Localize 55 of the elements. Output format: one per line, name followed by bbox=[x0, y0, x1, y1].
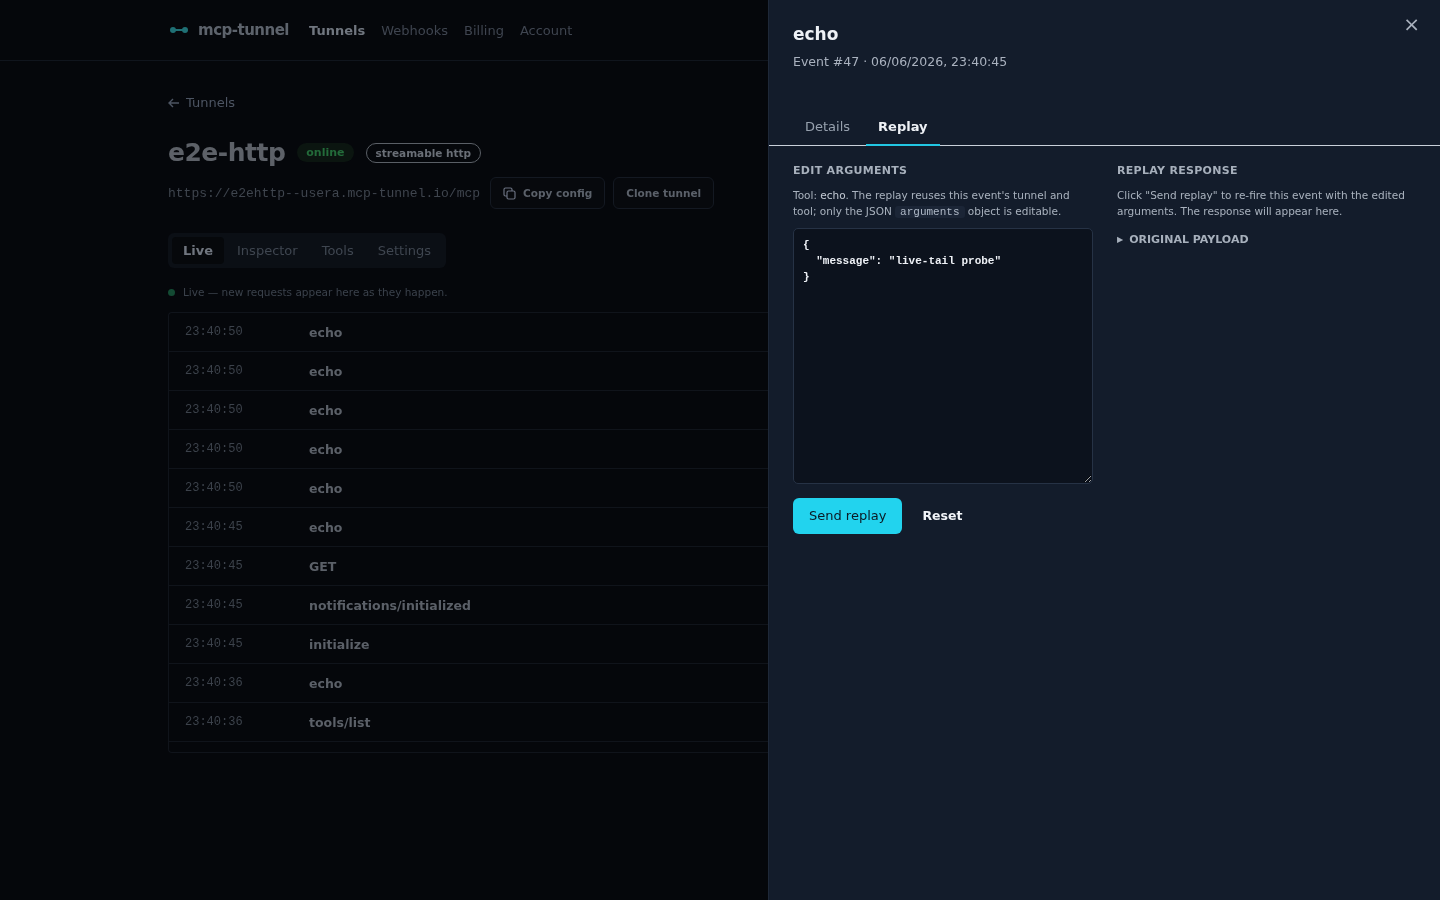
page-tab[interactable]: Tools bbox=[310, 237, 365, 264]
logo-icon bbox=[170, 26, 188, 34]
section-heading: EDIT ARGUMENTS bbox=[793, 163, 909, 177]
event-time: 23:40:45 bbox=[185, 520, 244, 534]
nav-link[interactable]: Billing bbox=[464, 22, 504, 38]
brand-name[interactable]: mcp-tunnel bbox=[198, 21, 289, 39]
event-method[interactable]: echo bbox=[309, 519, 343, 535]
send-replay-button[interactable]: Send replay bbox=[793, 497, 903, 534]
drawer-tab[interactable]: Replay bbox=[866, 111, 940, 146]
replay-description: Tool: echo. The replay reuses this event's tunnel and tool; only the JSON arguments object is editable. bbox=[793, 187, 1071, 220]
arrow-left-icon bbox=[168, 97, 180, 108]
clone-tunnel-button[interactable]: Clone tunnel bbox=[613, 177, 715, 209]
event-time: 23:40:36 bbox=[185, 676, 244, 690]
event-time: 23:40:50 bbox=[185, 364, 244, 378]
copy-config-button[interactable]: Copy config bbox=[490, 177, 606, 209]
event-method[interactable]: tools/list bbox=[309, 714, 371, 730]
back-link[interactable]: Tunnels bbox=[168, 95, 768, 110]
event-subtitle: Event #47 · 06/06/2026, 23:40:45 bbox=[793, 54, 1009, 69]
event-method[interactable]: echo bbox=[309, 480, 343, 496]
event-time: 23:40:45 bbox=[185, 598, 244, 612]
event-method[interactable]: GET bbox=[309, 558, 337, 574]
live-indicator-icon bbox=[168, 288, 175, 296]
status-badge: online bbox=[297, 143, 354, 162]
event-method[interactable]: echo bbox=[309, 441, 343, 457]
event-method[interactable]: initialize bbox=[309, 636, 370, 652]
copy-icon bbox=[503, 186, 517, 200]
live-note: Live — new requests appear here as they happen. bbox=[183, 286, 448, 298]
drawer-tab[interactable]: Details bbox=[793, 111, 863, 146]
reset-button[interactable]: Reset bbox=[910, 500, 975, 531]
event-time: 23:40:50 bbox=[185, 325, 244, 339]
close-button[interactable]: × bbox=[1399, 12, 1424, 36]
event-method[interactable]: echo bbox=[309, 675, 343, 691]
tunnel-name: e2e-http bbox=[168, 138, 286, 167]
event-method[interactable]: echo bbox=[309, 402, 343, 418]
nav-link[interactable]: Account bbox=[519, 22, 573, 38]
drawer-title: echo bbox=[793, 24, 839, 44]
event-time: 23:40:50 bbox=[185, 481, 244, 495]
original-payload-toggle[interactable]: ▶ ORIGINAL PAYLOAD bbox=[1117, 232, 1249, 246]
nav-link[interactable]: Tunnels bbox=[309, 22, 366, 38]
section-heading: REPLAY RESPONSE bbox=[1117, 163, 1239, 177]
tunnel-url: https://e2ehttp--usera.mcp-tunnel.io/mcp bbox=[168, 185, 481, 201]
event-time: 23:40:50 bbox=[185, 403, 244, 417]
event-method[interactable]: echo bbox=[309, 363, 343, 379]
page-tab[interactable]: Live bbox=[172, 237, 225, 264]
event-time: 23:40:45 bbox=[185, 559, 244, 573]
event-method[interactable]: notifications/initialized bbox=[309, 597, 472, 613]
replay-response-hint: Click "Send replay" to re-fire this event with the edited arguments. The response will appear here. bbox=[1117, 187, 1406, 219]
event-time: 23:40:50 bbox=[185, 442, 244, 456]
event-time: 23:40:45 bbox=[185, 637, 244, 651]
nav-link[interactable]: Webhooks bbox=[381, 22, 449, 38]
page-tab[interactable]: Inspector bbox=[226, 237, 309, 264]
event-method[interactable]: echo bbox=[309, 324, 343, 340]
page-tab[interactable]: Settings bbox=[366, 237, 443, 264]
arguments-editor[interactable]: { "message": "live-tail probe" } bbox=[793, 227, 1093, 484]
event-time: 23:40:36 bbox=[185, 715, 244, 729]
